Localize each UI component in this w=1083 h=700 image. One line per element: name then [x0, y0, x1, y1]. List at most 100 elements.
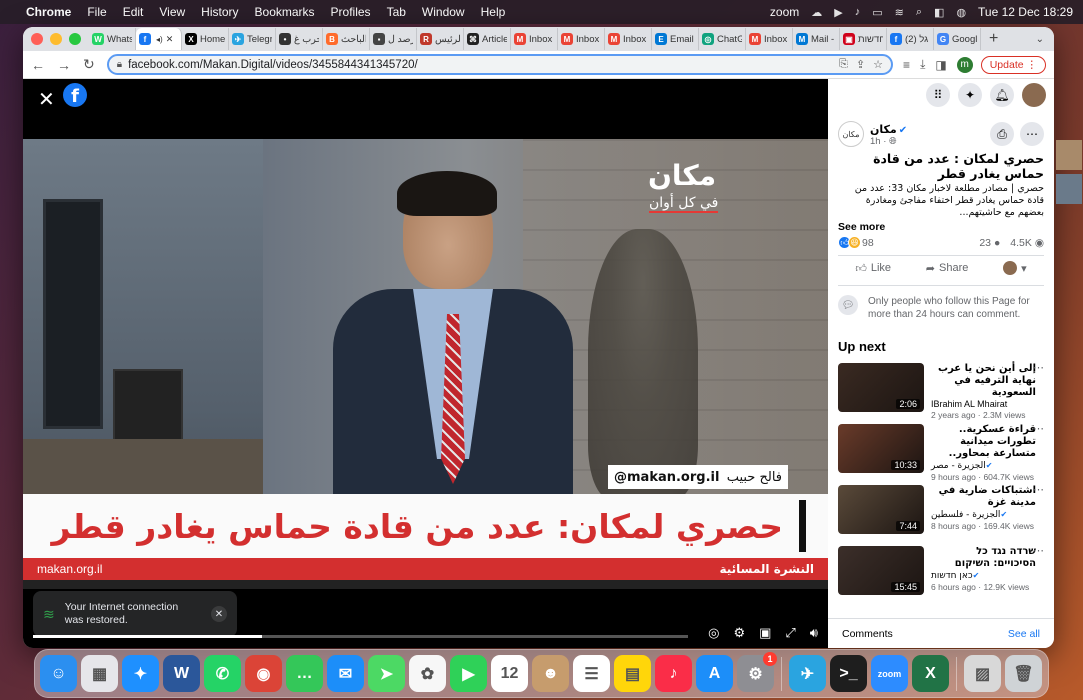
video-thumbnail[interactable]: 2:06	[838, 363, 924, 412]
site-info-icon[interactable]: 🔒︎	[117, 59, 122, 70]
menu-edit[interactable]: Edit	[123, 5, 144, 19]
photos-dock-icon[interactable]: ✿	[409, 655, 446, 692]
telegram-dock-icon[interactable]: ✈	[789, 655, 826, 692]
see-all-link[interactable]: See all	[1008, 628, 1040, 640]
browser-tab[interactable]: M Inbox	[746, 28, 793, 50]
media-controls-icon[interactable]: ≡	[903, 58, 910, 72]
terminal-dock-icon[interactable]: >_	[830, 655, 867, 692]
chrome-dock-icon[interactable]: ◉	[245, 655, 282, 692]
back-icon[interactable]: ←	[31, 57, 45, 73]
browser-tab[interactable]: ▪ رصد ل	[370, 28, 417, 50]
music-dock-icon[interactable]: ♪	[655, 655, 692, 692]
datetime[interactable]: Tue 12 Dec 18:29	[978, 5, 1073, 19]
word-dock-icon[interactable]: W	[163, 655, 200, 692]
video-more-options-icon[interactable]: ⋯	[1033, 483, 1044, 496]
desktop-file-thumb[interactable]	[1056, 174, 1082, 204]
browser-tab[interactable]: ✈Telegram	[229, 28, 276, 50]
shortcut-icon[interactable]: ♪	[855, 6, 861, 18]
side-panel-icon[interactable]: ◨	[935, 58, 946, 72]
browser-tab[interactable]: WWhatsApp	[89, 28, 136, 50]
browser-tab[interactable]: M Inbox	[605, 28, 652, 50]
zoom-window-button[interactable]	[69, 33, 81, 45]
forward-icon[interactable]: →	[57, 57, 71, 73]
video-title[interactable]: اشتباكات ضارية في مدينة غزة	[931, 485, 1044, 509]
control-center-icon[interactable]: ◧	[934, 6, 944, 19]
menu-bookmarks[interactable]: Bookmarks	[255, 5, 315, 19]
video-author[interactable]: IBrahim AL Mhairat	[931, 399, 1044, 410]
system-settings-dock-icon[interactable]: ⚙ 1	[737, 652, 777, 692]
excel-dock-icon[interactable]: X	[912, 655, 949, 692]
tab-close-icon[interactable]: ✕	[166, 34, 174, 45]
video-player[interactable]: ✕ f مكان في كل أوان @makan.org.il فالح ح…	[23, 79, 828, 648]
video-progress-bar[interactable]	[33, 635, 688, 638]
tab-search-chevron-icon[interactable]: ⌄	[1036, 34, 1044, 45]
like-button[interactable]: 👍︎ Like	[855, 262, 891, 275]
facetime-dock-icon[interactable]: ▶	[450, 655, 487, 692]
update-button[interactable]: Update ⋮	[980, 55, 1046, 74]
menu-file[interactable]: File	[87, 5, 106, 19]
close-window-button[interactable]	[31, 33, 43, 45]
downloads-icon[interactable]: ⤓	[920, 57, 925, 72]
reload-icon[interactable]: ↻	[83, 56, 95, 73]
video-more-options-icon[interactable]: ⋯	[1033, 544, 1044, 557]
browser-tab[interactable]: ▣ חדשות	[840, 28, 887, 50]
desktop-file-thumb[interactable]	[1056, 140, 1082, 170]
zoom-dock-icon[interactable]: zoom	[871, 655, 908, 692]
up-next-item[interactable]: 10:33 ⋯ قراءة عسكرية.. تطورات ميدانية متسا…	[838, 422, 1044, 482]
mail-dock-icon[interactable]: ✉	[327, 655, 364, 692]
wifi-icon[interactable]: ≋	[895, 6, 904, 19]
video-thumbnail[interactable]: 10:33	[838, 424, 924, 473]
browser-tab[interactable]: M Inbox	[511, 28, 558, 50]
browser-tab[interactable]: E Email	[652, 28, 699, 50]
video-more-options-icon[interactable]: ⋯	[1033, 422, 1044, 435]
browser-tab[interactable]: f (2) גל	[887, 28, 934, 50]
video-thumbnail[interactable]: 15:45	[838, 546, 924, 595]
zoom-status[interactable]: zoom	[770, 5, 799, 19]
creative-cloud-icon[interactable]: ☁	[811, 6, 822, 19]
video-title[interactable]: إلى أين نحن يا عرب نهاية الترفيه في السع…	[931, 363, 1044, 399]
maps-dock-icon[interactable]: ➤	[368, 655, 405, 692]
siri-icon[interactable]: ◍	[956, 6, 966, 19]
browser-tab[interactable]: ◎ChatGPT	[699, 28, 746, 50]
share-icon[interactable]: ⇪	[856, 58, 865, 71]
audience-selector[interactable]: ▾	[1003, 261, 1027, 275]
close-icon[interactable]: ✕	[38, 87, 55, 112]
menu-grid-icon[interactable]: ⠿	[926, 83, 950, 107]
calendar-dock-icon[interactable]: 12	[491, 655, 528, 692]
account-avatar[interactable]	[1022, 83, 1046, 107]
video-frame[interactable]: مكان في كل أوان @makan.org.il فالح حبيب …	[23, 139, 828, 589]
reminders-dock-icon[interactable]: ☰	[573, 655, 610, 692]
menu-view[interactable]: View	[159, 5, 185, 19]
see-more-link[interactable]: See more	[838, 221, 885, 233]
install-icon[interactable]: ⎘	[839, 58, 848, 71]
browser-tab[interactable]: f ◂) ✕	[136, 28, 182, 50]
page-name[interactable]: مكان	[870, 123, 897, 136]
up-next-item[interactable]: 7:44 ⋯ اشتباكات ضارية في مدينة غزة ✔الجزيرة…	[838, 483, 1044, 537]
comment-count[interactable]: 23	[979, 237, 991, 249]
reaction-icons[interactable]: 👍︎ 😆︎	[838, 236, 861, 249]
launchpad-dock-icon[interactable]: ▦	[81, 655, 118, 692]
menu-window[interactable]: Window	[422, 5, 465, 19]
share-button[interactable]: ➦ Share	[926, 262, 969, 275]
picture-in-picture-icon[interactable]: ▣	[759, 625, 771, 641]
messages-dock-icon[interactable]: …	[286, 655, 323, 692]
url-text[interactable]: facebook.com/Makan.Digital/videos/345584…	[128, 59, 418, 71]
menu-help[interactable]: Help	[481, 5, 506, 19]
bookmark-star-icon[interactable]: ☆	[873, 58, 883, 71]
browser-tab[interactable]: X Home	[182, 28, 229, 50]
video-title[interactable]: שרדה נגד כל הסיכויים: השיקום	[931, 546, 1044, 570]
notifications-bell-icon[interactable]: 🔔︎	[990, 83, 1014, 107]
menu-tab[interactable]: Tab	[387, 5, 406, 19]
up-next-item[interactable]: 15:45 ⋯ שרדה נגד כל הסיכויים: השיקום ✔כאן ח…	[838, 544, 1044, 598]
fullscreen-icon[interactable]: ⤢	[785, 625, 795, 641]
video-author[interactable]: ✔כאן חדשות	[931, 570, 1044, 582]
up-next-item[interactable]: 2:06 ⋯ إلى أين نحن يا عرب نهاية الترفيه في…	[838, 362, 1044, 420]
browser-tab[interactable]: ⌘ Article	[464, 28, 511, 50]
browser-tab[interactable]: •حرب غ	[276, 28, 323, 50]
safari-dock-icon[interactable]: ✦	[122, 655, 159, 692]
facebook-logo-icon[interactable]: f	[63, 83, 87, 107]
settings-gear-icon[interactable]: ⚙	[733, 625, 745, 641]
menu-history[interactable]: History	[201, 5, 238, 19]
profile-avatar[interactable]: m	[956, 56, 973, 73]
captions-icon[interactable]: ◎	[708, 625, 719, 641]
